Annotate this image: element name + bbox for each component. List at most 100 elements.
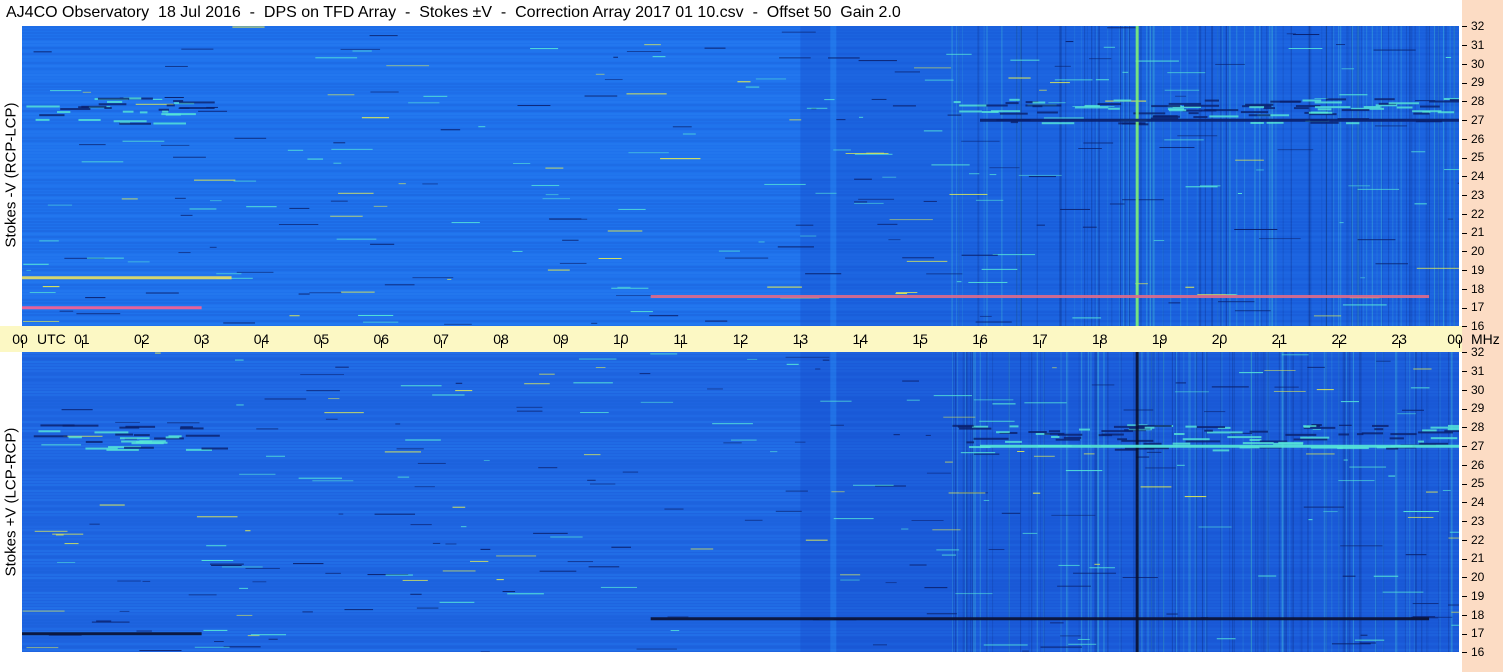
spectrogram-rfi-segment <box>1184 104 1220 107</box>
spectrogram-speckle <box>312 480 354 482</box>
spectrogram-rfi-segment <box>973 437 1009 440</box>
spectrogram-streak <box>1366 26 1368 326</box>
spectrogram-speckle <box>300 374 345 376</box>
spectrogram-rfi-segment <box>1240 111 1269 114</box>
spectrogram-streak <box>1091 26 1093 326</box>
spectrogram-rfi-segment <box>1209 115 1239 118</box>
spectrogram-speckle <box>1308 519 1313 521</box>
spectrogram-speckle <box>246 206 277 208</box>
time-tick-mark <box>620 340 622 348</box>
spectrogram-speckle <box>805 539 828 541</box>
spectrogram-rfi-segment <box>1182 438 1210 441</box>
spectrogram-streak <box>1415 352 1417 652</box>
spectrogram-streak <box>1183 352 1185 652</box>
spectrogram-streak <box>1421 352 1423 652</box>
spectrogram-speckle <box>496 555 537 557</box>
spectrogram-speckle <box>640 401 674 403</box>
spectrogram-speckle <box>289 207 310 209</box>
spectrogram-speckle <box>611 287 649 289</box>
spectrogram-streak <box>1206 352 1208 652</box>
spectrogram-speckle <box>1058 564 1080 566</box>
spectrogram-streak <box>1308 26 1310 326</box>
spectrogram-speckle <box>932 529 961 531</box>
spectrogram-streak <box>1400 26 1402 326</box>
spectrogram-speckle <box>840 579 860 581</box>
spectrogram-speckle <box>745 86 760 88</box>
spectrogram-streak <box>1149 26 1151 326</box>
spectrogram-streak <box>977 26 979 326</box>
time-tick-mark <box>1159 340 1161 348</box>
spectrogram-speckle <box>785 490 808 492</box>
spectrogram-rfi-segment <box>26 105 60 108</box>
spectrogram-speckle <box>178 252 191 254</box>
time-axis-bar <box>0 326 1462 352</box>
spectrogram-rfi-segment <box>1293 107 1309 110</box>
spectrogram-speckle <box>298 293 310 295</box>
spectrogram-speckle <box>1107 27 1137 29</box>
spectrogram-speckle <box>152 98 163 100</box>
spectrogram-speckle <box>42 286 60 288</box>
spectrogram-speckle <box>245 567 280 569</box>
spectrogram-rfi-segment <box>153 122 186 125</box>
spectrogram-streak <box>1448 352 1450 652</box>
spectrogram-rfi-segment <box>1055 438 1080 441</box>
frequency-tick-label: 19 <box>1462 589 1484 603</box>
time-tick-mark <box>81 340 83 348</box>
spectrogram-speckle <box>201 559 234 561</box>
spectrogram-speckle <box>398 183 406 185</box>
spectrogram-streak <box>1363 26 1365 326</box>
spectrogram-speckle <box>723 442 742 444</box>
spectrogram-rfi-segment <box>1037 111 1058 114</box>
spectrogram-streak <box>1080 26 1082 326</box>
spectrogram-speckle <box>1050 622 1064 624</box>
spectrogram-speckle <box>340 291 375 293</box>
spectrogram-streak <box>1200 26 1202 326</box>
spectrogram-speckle <box>447 278 452 280</box>
frequency-tick-label: 17 <box>1462 300 1484 314</box>
spectrogram-rfi-segment <box>1417 440 1424 443</box>
spectrogram-streak <box>1074 26 1076 326</box>
spectrogram-streak <box>1285 352 1287 652</box>
frequency-tick-label: 23 <box>1462 514 1484 528</box>
spectrogram-streak <box>1229 352 1231 652</box>
spectrogram-speckle <box>542 198 571 200</box>
spectrogram-band <box>980 444 1459 448</box>
spectrogram-speckle <box>121 198 138 200</box>
spectrogram-speckle <box>1457 182 1459 184</box>
spectrogram-streak <box>1266 26 1268 326</box>
spectrogram-speckle <box>400 385 442 387</box>
spectrogram-speckle <box>331 148 373 150</box>
spectrogram-speckle <box>180 214 193 216</box>
spectrogram-speckle <box>737 81 751 83</box>
spectrogram-rfi-segment <box>124 446 154 449</box>
spectrogram-speckle <box>1354 639 1385 641</box>
frequency-tick-mark <box>1462 326 1467 328</box>
spectrogram-streak <box>1180 26 1182 326</box>
frequency-tick-mark <box>1462 176 1467 178</box>
spectrogram-speckle <box>384 451 421 453</box>
spectrogram-speckle <box>1184 496 1207 498</box>
spectrogram-speckle <box>247 635 260 637</box>
spectrogram-rfi-segment <box>1168 102 1202 105</box>
spectrogram-speckle <box>55 534 64 536</box>
spectrogram-rfi-segment <box>1449 98 1459 101</box>
spectrogram-speckle <box>616 295 657 297</box>
spectrogram-streak <box>1409 26 1411 326</box>
spectrogram-speckle <box>831 491 845 493</box>
time-tick-mark <box>1279 340 1281 348</box>
spectrogram-rfi-segment <box>1278 441 1304 444</box>
spectrogram-speckle <box>236 271 274 273</box>
spectrogram-speckle <box>338 513 344 515</box>
spectrogram-streak <box>1120 352 1122 652</box>
spectrogram-streak <box>1065 26 1067 326</box>
frequency-tick-label: 26 <box>1462 132 1484 146</box>
spectrogram-speckle <box>233 180 257 182</box>
spectrogram-streak <box>1307 352 1309 652</box>
spectrogram-speckle <box>1357 239 1396 241</box>
spectrogram-streak <box>1281 352 1283 652</box>
spectrogram-speckle <box>983 644 1028 646</box>
spectrogram-rfi-segment <box>122 110 134 113</box>
spectrogram-streak <box>1359 352 1361 652</box>
spectrogram-speckle <box>1175 382 1187 384</box>
spectrogram-speckle <box>210 563 244 565</box>
